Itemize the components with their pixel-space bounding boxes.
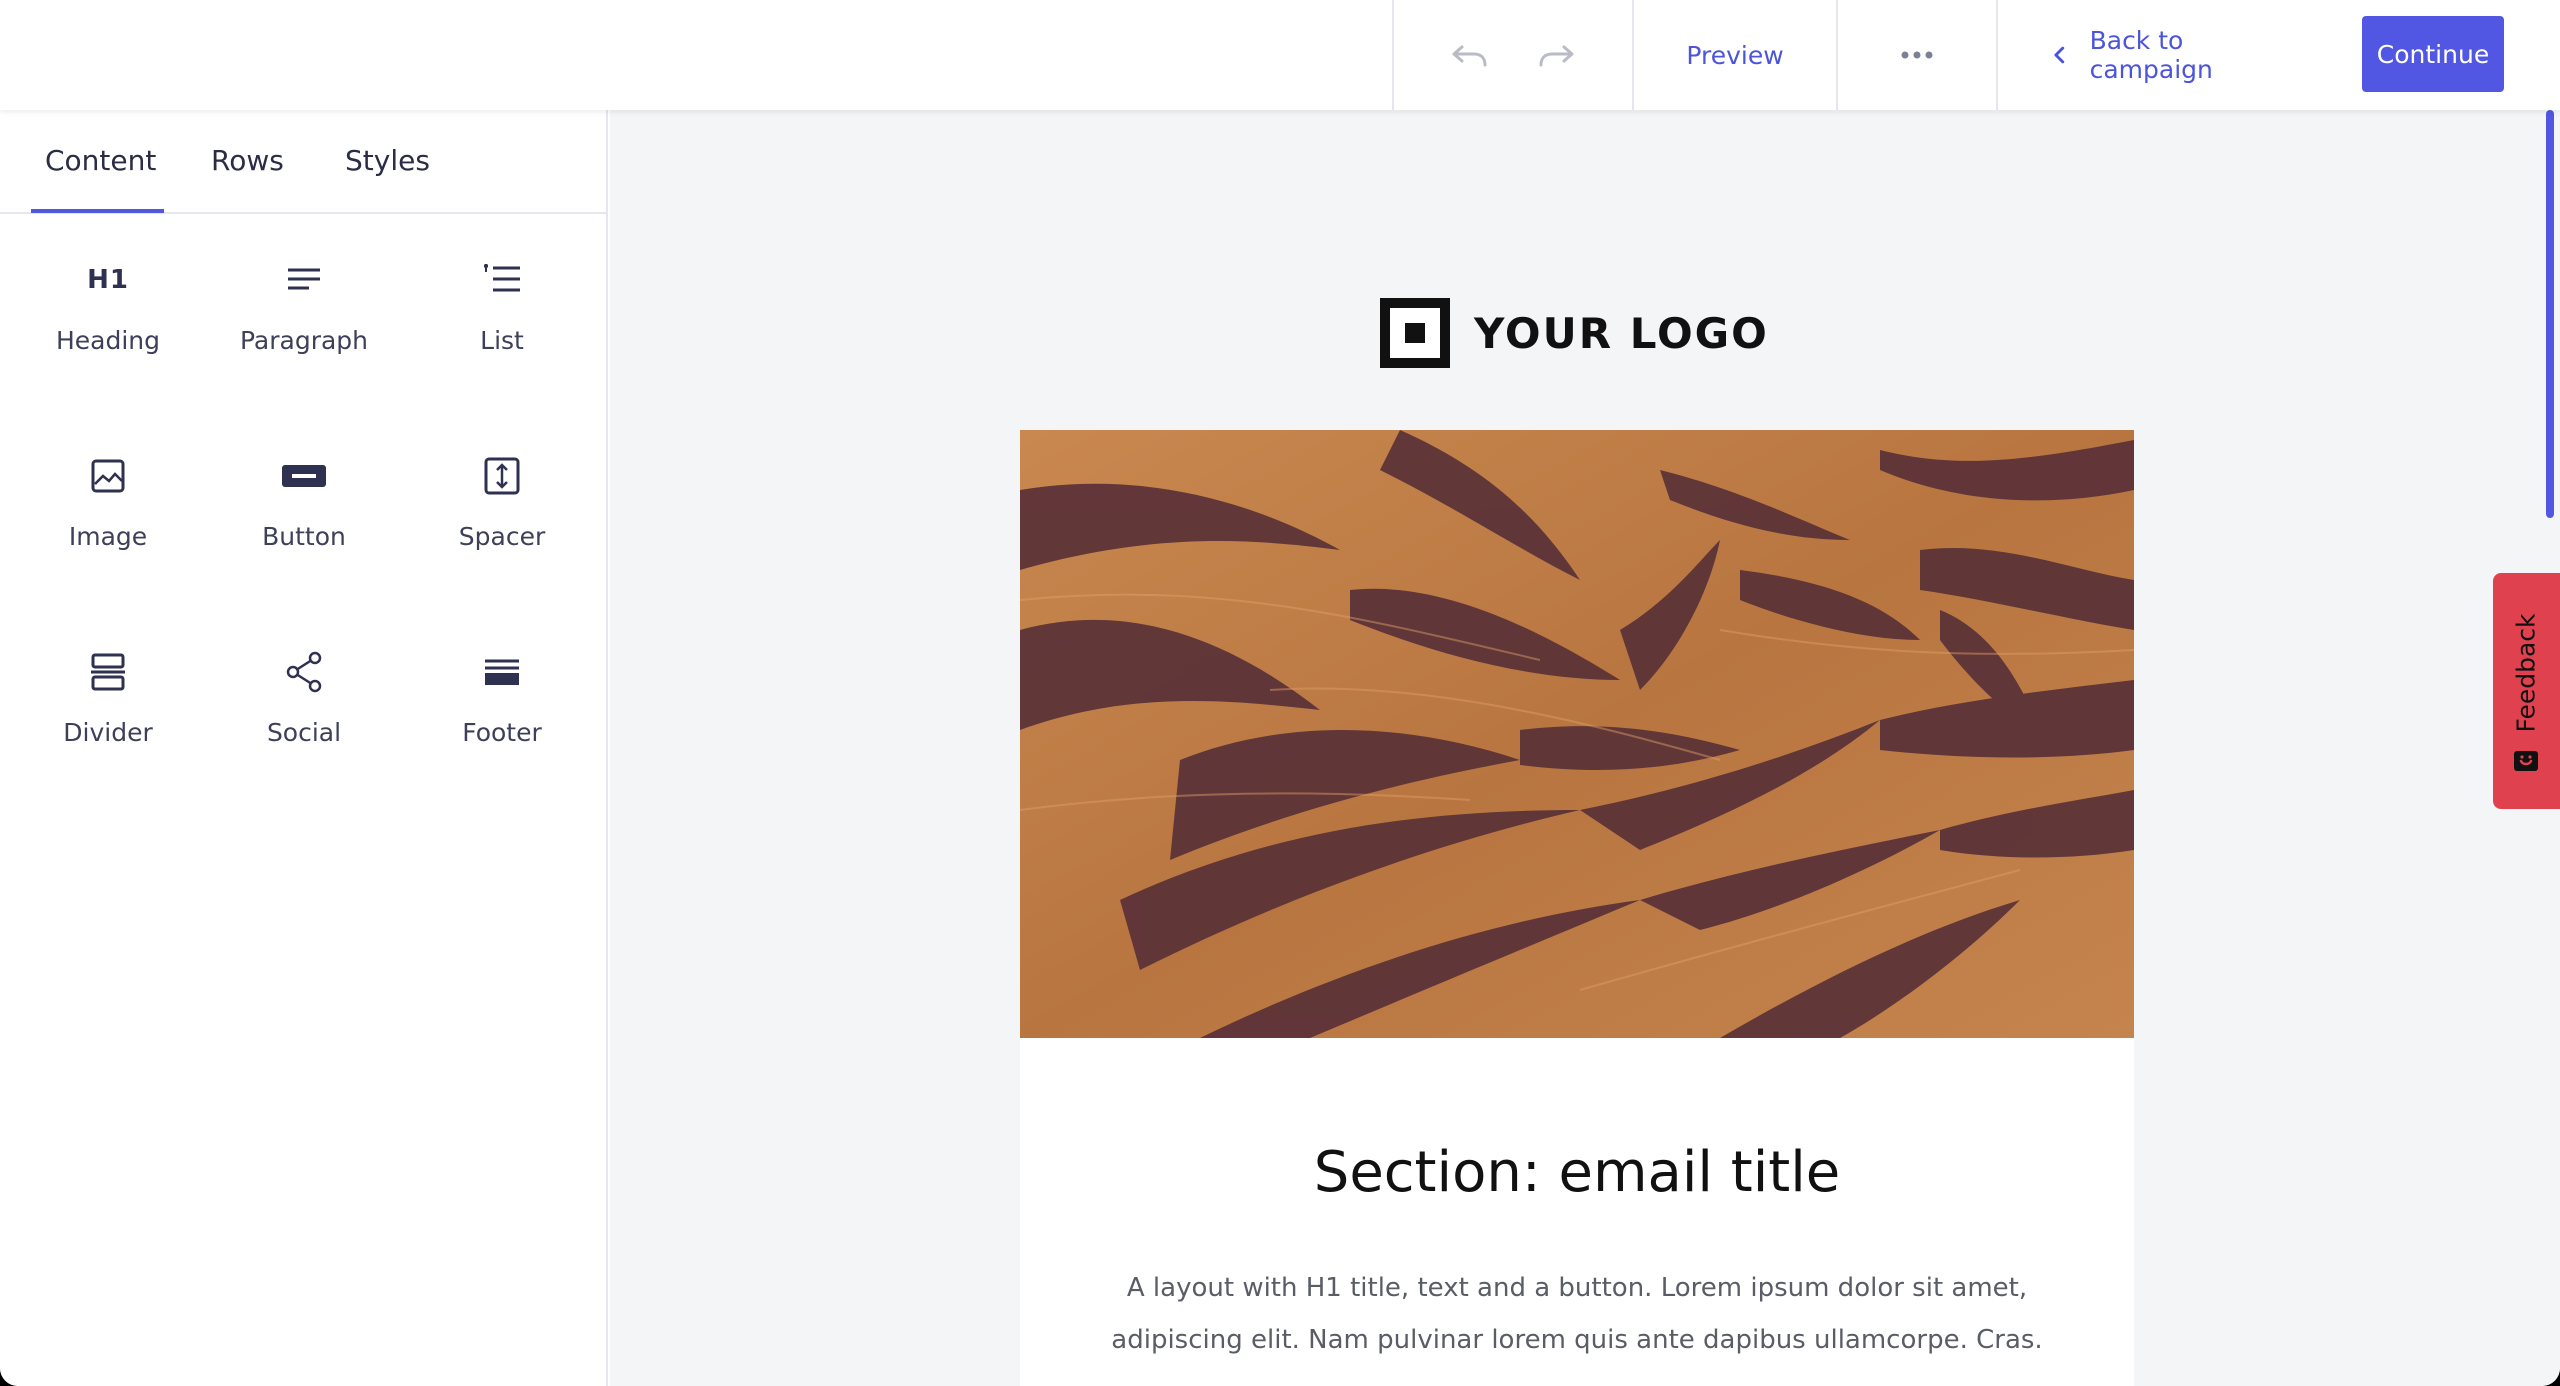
block-label: Paragraph <box>239 326 369 355</box>
back-to-campaign-link[interactable]: Back to campaign <box>2050 0 2310 110</box>
back-to-campaign-label: Back to campaign <box>2089 26 2213 84</box>
block-label: Button <box>262 522 346 551</box>
toolbar-divider <box>1392 0 1394 110</box>
section-body-text[interactable]: A layout with H1 title, text and a butto… <box>1080 1262 2074 1366</box>
button-icon <box>282 446 326 506</box>
email-section-card[interactable]: Section: email title A layout with H1 ti… <box>1020 1038 2134 1386</box>
undo-button[interactable] <box>1440 0 1500 110</box>
email-canvas[interactable]: YOUR LOGO Section: email title A layout … <box>610 110 2560 1386</box>
block-social[interactable]: Social <box>206 606 402 766</box>
top-toolbar: Preview Back to campaign Continue <box>0 0 2560 110</box>
tab-content[interactable]: Content <box>45 144 156 177</box>
list-icon <box>483 250 521 310</box>
divider-icon <box>91 642 125 702</box>
block-label: Social <box>266 718 342 747</box>
undo-icon <box>1452 45 1487 67</box>
image-icon <box>91 446 125 506</box>
block-paragraph[interactable]: Paragraph <box>206 214 402 374</box>
footer-icon <box>485 642 519 702</box>
section-title[interactable]: Section: email title <box>1020 1140 2134 1205</box>
canvas-scrollbar[interactable] <box>2546 110 2554 518</box>
hero-image[interactable] <box>1020 430 2134 1038</box>
paragraph-icon <box>287 250 321 310</box>
block-list[interactable]: List <box>404 214 600 374</box>
sidebar-tabs: Content Rows Styles <box>0 110 606 214</box>
feedback-label: Feedback <box>2511 613 2541 733</box>
block-label: Footer <box>462 718 542 747</box>
spacer-icon <box>484 446 520 506</box>
logo-text: YOUR LOGO <box>1474 308 1769 358</box>
block-label: Image <box>68 522 148 551</box>
block-label: List <box>480 326 524 355</box>
block-label: Divider <box>63 718 153 747</box>
more-horizontal-icon <box>1901 51 1933 59</box>
heading-icon-text: H1 <box>87 265 129 295</box>
continue-button[interactable]: Continue <box>2362 16 2504 92</box>
block-image[interactable]: Image <box>10 410 206 570</box>
share-icon <box>284 642 324 702</box>
desert-dunes-image <box>1020 430 2134 1038</box>
heading-icon: H1 <box>87 250 129 310</box>
preview-button[interactable]: Preview <box>1634 0 1836 110</box>
redo-icon <box>1539 45 1574 67</box>
logo-mark-icon <box>1380 298 1450 368</box>
tab-styles[interactable]: Styles <box>345 144 430 177</box>
content-sidebar: Content Rows Styles H1 Heading Paragraph… <box>0 110 608 1386</box>
active-tab-indicator <box>31 209 164 213</box>
block-heading[interactable]: H1 Heading <box>10 214 206 374</box>
block-footer[interactable]: Footer <box>404 606 600 766</box>
feedback-tab[interactable]: Feedback <box>2493 573 2560 809</box>
toolbar-divider <box>1996 0 1998 110</box>
email-editor-app: Preview Back to campaign Continue Conten… <box>0 0 2560 1386</box>
redo-button[interactable] <box>1526 0 1586 110</box>
email-logo[interactable]: YOUR LOGO <box>1380 298 1769 368</box>
preview-label: Preview <box>1686 40 1784 70</box>
block-button[interactable]: Button <box>206 410 402 570</box>
block-divider[interactable]: Divider <box>10 606 206 766</box>
more-options-button[interactable] <box>1838 0 1996 110</box>
smile-icon <box>2514 751 2538 771</box>
chevron-left-icon <box>2054 46 2065 64</box>
block-spacer[interactable]: Spacer <box>404 410 600 570</box>
block-label: Spacer <box>458 522 546 551</box>
block-label: Heading <box>55 326 161 355</box>
tab-rows[interactable]: Rows <box>211 144 284 177</box>
